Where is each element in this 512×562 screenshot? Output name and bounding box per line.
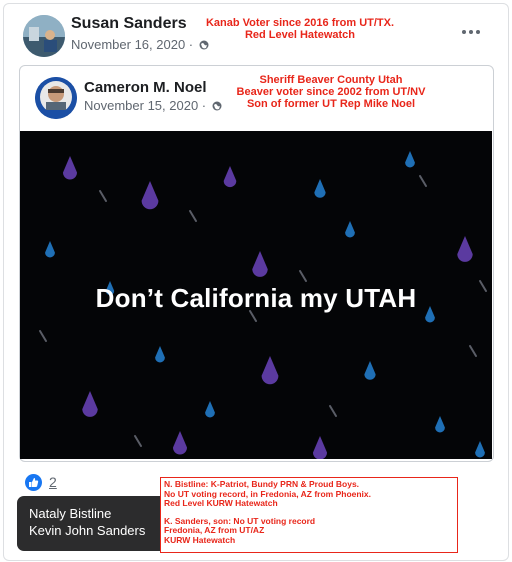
more-dot [462, 30, 466, 34]
rain-streak [299, 270, 307, 282]
poster-annotation-line: Kanab Voter since 2016 from UT/TX. [205, 17, 395, 29]
poster-avatar[interactable] [23, 15, 65, 57]
reactions-tooltip: Nataly Bistline Kevin John Sanders [17, 496, 167, 551]
image-headline: Don’t California my UTAH [95, 283, 417, 313]
rain-drop [45, 241, 55, 258]
like-icon[interactable] [25, 474, 42, 491]
rain-drop [223, 166, 237, 188]
rain-drop [405, 151, 415, 168]
rain-drop [141, 181, 159, 210]
more-dot [476, 30, 480, 34]
rain-streak [189, 210, 197, 222]
globe-icon [212, 101, 222, 111]
shared-annotation-line: Son of former UT Rep Mike Noel [246, 98, 416, 110]
rain-drop [314, 179, 326, 198]
rain-drop [475, 441, 485, 458]
rain-streak [329, 405, 337, 417]
tooltip-name: Nataly Bistline [29, 506, 112, 521]
globe-icon [199, 40, 209, 50]
rain-streak [419, 175, 427, 187]
rain-drop [155, 346, 165, 363]
shared-annotation-line: Beaver voter since 2002 from UT/NV [236, 86, 426, 98]
shared-author-avatar[interactable] [35, 77, 77, 119]
rain-drop [457, 236, 473, 262]
rain-drop [63, 156, 77, 180]
rain-streak [99, 190, 107, 202]
annotation-line: KURW Hatewatch [164, 534, 236, 545]
shared-date[interactable]: November 15, 2020 · [84, 98, 222, 113]
thumbs-up-icon [29, 478, 39, 487]
rain-drop [82, 391, 98, 417]
poster-date[interactable]: November 16, 2020 · [71, 37, 209, 52]
rain-drop [345, 221, 355, 238]
post-image[interactable]: Don’t California my UTAH [20, 131, 492, 459]
rain-streak [134, 435, 142, 447]
shared-author-photo [35, 77, 77, 119]
annotation-line: Red Level KURW Hatewatch [164, 498, 278, 509]
rain-drop [364, 361, 376, 380]
rain-drop [435, 416, 445, 433]
rain-streak [39, 330, 47, 342]
poster-annotation-line: Red Level Hatewatch [244, 29, 356, 41]
poster-photo [23, 15, 65, 57]
tooltip-name: Kevin John Sanders [29, 523, 146, 538]
rain-streak [469, 345, 477, 357]
rain-drop [173, 431, 187, 455]
more-dot [469, 30, 473, 34]
rain-drop [252, 251, 268, 277]
shared-annotation-line: Sheriff Beaver County Utah [259, 74, 403, 86]
shared-author-annotation: Sheriff Beaver County Utah Beaver voter … [226, 74, 436, 110]
rain-drop [313, 436, 327, 459]
rain-drop [205, 401, 215, 418]
shared-date-text: November 15, 2020 · [84, 98, 207, 113]
poster-annotation: Kanab Voter since 2016 from UT/TX. Red L… [190, 17, 410, 41]
reaction-count[interactable]: 2 [49, 474, 57, 490]
poster-date-text: November 16, 2020 · [71, 37, 194, 52]
shared-author-name[interactable]: Cameron M. Noel [84, 79, 207, 96]
poster-name[interactable]: Susan Sanders [71, 15, 187, 33]
more-options-icon[interactable] [462, 28, 482, 36]
rain-drop [261, 356, 279, 385]
annotation-box: N. Bistline: K-Patriot, Bundy PRN & Prou… [160, 477, 458, 553]
